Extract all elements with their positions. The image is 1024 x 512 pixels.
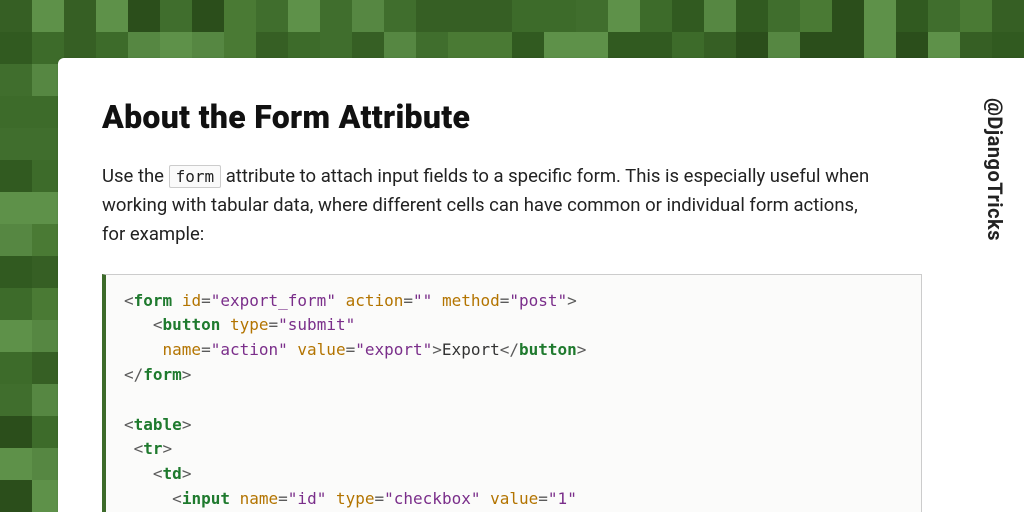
intro-before: Use the bbox=[102, 165, 169, 187]
intro-paragraph: Use the form attribute to attach input f… bbox=[102, 162, 882, 250]
side-handle-column: @DjangoTricks bbox=[966, 58, 1024, 512]
content-card: About the Form Attribute Use the form at… bbox=[58, 58, 1024, 512]
main-column: About the Form Attribute Use the form at… bbox=[58, 58, 966, 512]
inline-code-form: form bbox=[169, 165, 222, 188]
code-block: <form id="export_form" action="" method=… bbox=[102, 274, 922, 512]
page-title: About the Form Attribute bbox=[102, 98, 922, 136]
twitter-handle: @DjangoTricks bbox=[983, 98, 1007, 241]
